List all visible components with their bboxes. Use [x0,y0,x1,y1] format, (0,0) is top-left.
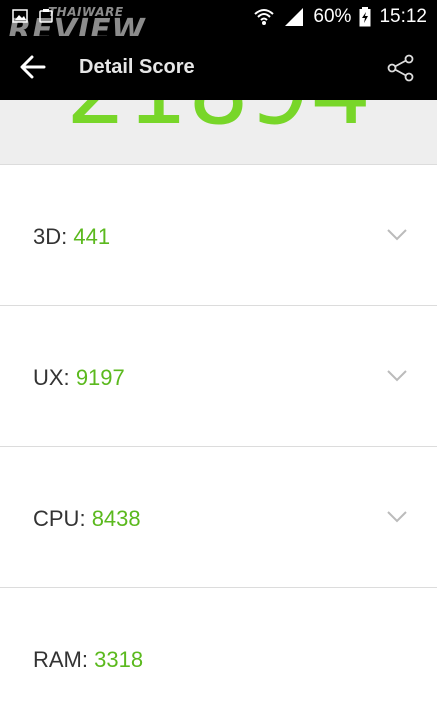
score-value: 9197 [75,365,125,390]
total-score: 21894 [0,100,437,138]
score-value: 3318 [94,647,144,672]
score-label: CPU: [33,506,86,531]
score-row-ram[interactable]: RAM: 3318 [0,588,437,728]
battery-percent: 60% [313,6,352,27]
score-row-3d[interactable]: 3D: 441 [0,165,437,306]
chevron-down-icon[interactable] [387,370,407,382]
score-label: RAM: [33,647,88,672]
total-score-panel: 21894 [0,100,437,165]
score-row-cpu[interactable]: CPU: 8438 [0,447,437,588]
signal-icon [285,8,304,26]
status-right: 60% 15:12 [253,6,427,28]
page-title: Detail Score [79,56,195,78]
score-row-ux[interactable]: UX: 9197 [0,306,437,447]
score-text: UX: 9197 [33,365,125,391]
score-text: CPU: 8438 [33,506,141,532]
score-text: RAM: 3318 [33,647,143,673]
status-bar: THAIWARE REVIEW 60% 15:12 [0,0,437,46]
app-bar: Detail Score [0,36,437,100]
chevron-down-icon[interactable] [387,229,407,241]
back-arrow-icon [20,55,46,79]
wifi-icon [254,9,275,25]
battery-icon [359,7,371,27]
back-button[interactable] [20,54,46,85]
score-text: 3D: 441 [33,224,110,250]
chevron-down-icon[interactable] [387,511,407,523]
score-value: 8438 [91,506,141,531]
score-label: 3D: [33,224,68,249]
share-button[interactable] [387,54,415,87]
share-icon [387,54,414,82]
score-label: UX: [33,365,70,390]
status-time: 15:12 [379,6,427,27]
score-value: 441 [73,224,111,249]
